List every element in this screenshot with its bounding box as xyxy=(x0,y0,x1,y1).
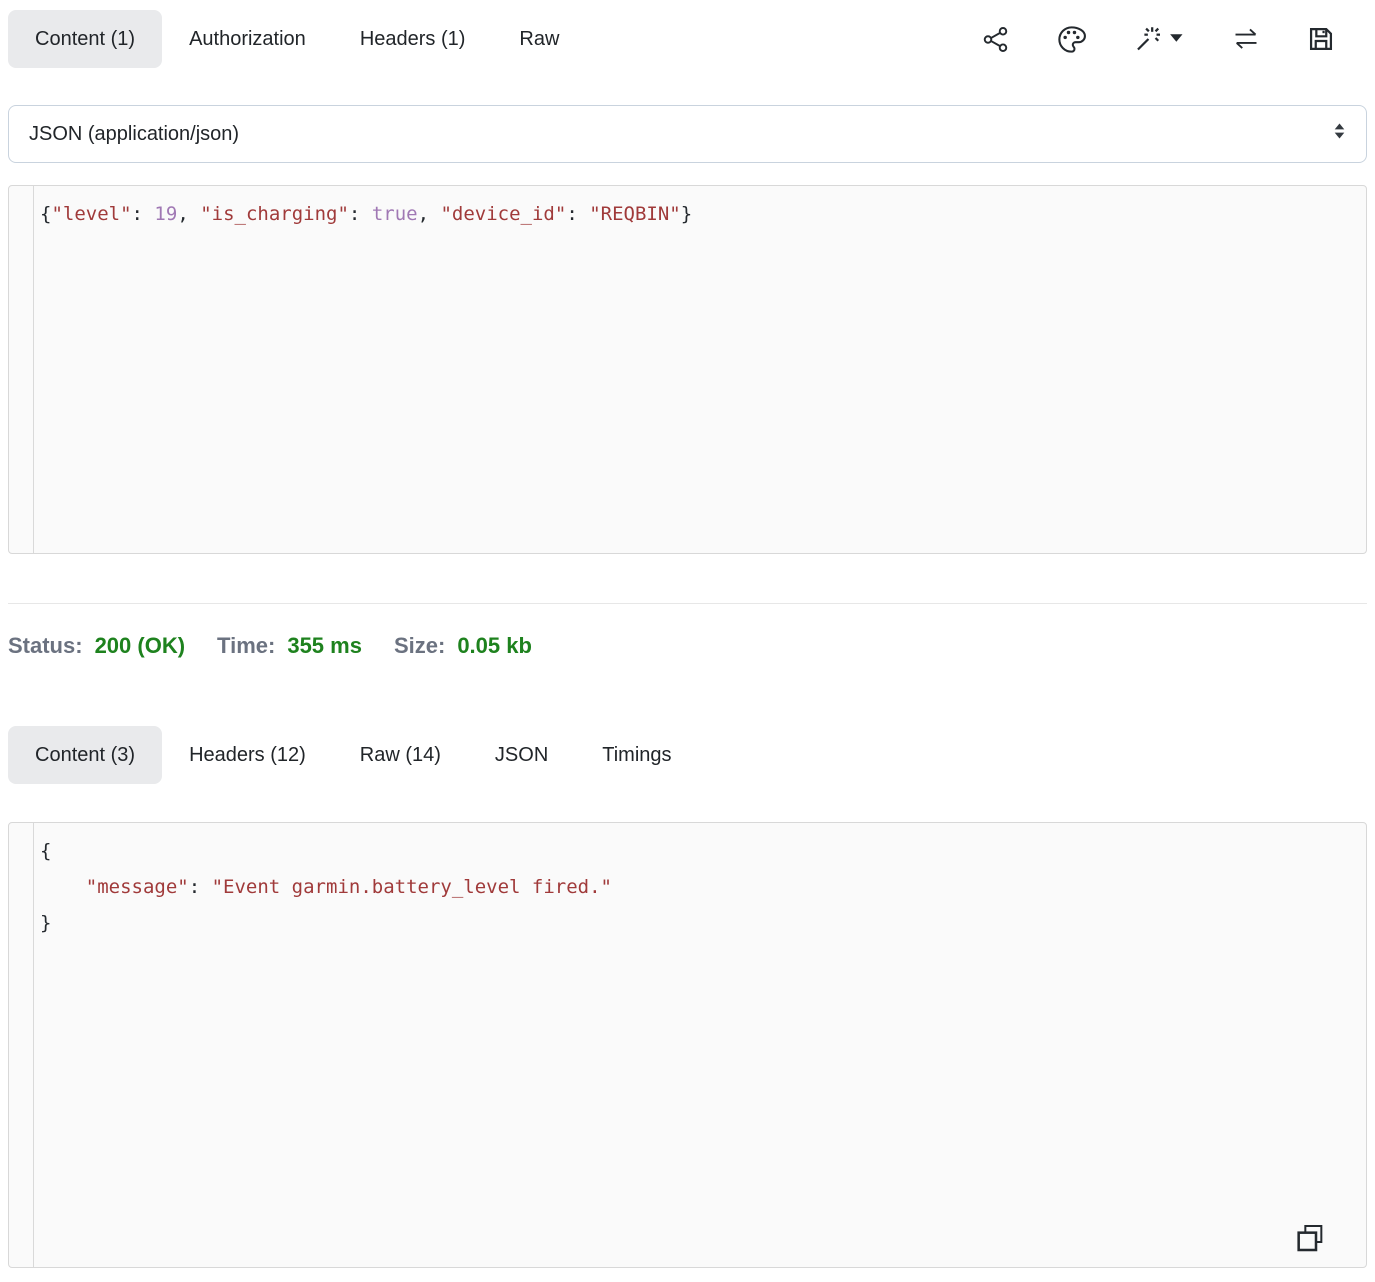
content-type-value: JSON (application/json) xyxy=(29,123,239,146)
time-label: Time: xyxy=(217,630,275,662)
code-line: { xyxy=(40,833,1356,869)
tab-request-content[interactable]: Content (1) xyxy=(8,10,162,68)
size-value: 0.05 kb xyxy=(457,630,532,662)
swap-arrows-icon xyxy=(1231,25,1261,53)
generate-code-button[interactable] xyxy=(1133,24,1185,54)
response-body-panel: { "message": "Event garmin.battery_level… xyxy=(8,822,1367,1268)
chevron-down-icon xyxy=(1170,34,1182,41)
size-group: Size: 0.05 kb xyxy=(394,630,532,662)
save-button[interactable] xyxy=(1307,25,1335,53)
request-body-editor[interactable]: {"level": 19, "is_charging": true, "devi… xyxy=(8,185,1367,554)
content-type-select[interactable]: JSON (application/json) xyxy=(8,105,1367,163)
tab-response-headers[interactable]: Headers (12) xyxy=(162,726,333,784)
theme-button[interactable] xyxy=(1056,24,1087,55)
request-tab-bar: Content (1) Authorization Headers (1) Ra… xyxy=(0,0,1375,78)
tab-request-headers[interactable]: Headers (1) xyxy=(333,10,493,68)
time-group: Time: 355 ms xyxy=(217,630,362,662)
status-label: Status: xyxy=(8,630,83,662)
request-body-code[interactable]: {"level": 19, "is_charging": true, "devi… xyxy=(34,186,1366,553)
code-line: {"level": 19, "is_charging": true, "devi… xyxy=(40,196,1356,232)
magic-wand-icon xyxy=(1133,24,1185,54)
size-label: Size: xyxy=(394,630,445,662)
code-line: } xyxy=(40,905,1356,941)
copy-response-button[interactable] xyxy=(1294,1222,1326,1257)
swap-request-response-button[interactable] xyxy=(1231,25,1261,53)
tab-request-authorization[interactable]: Authorization xyxy=(162,10,333,68)
response-body-code: { "message": "Event garmin.battery_level… xyxy=(34,823,1366,1267)
response-tab-bar: Content (3) Headers (12) Raw (14) JSON T… xyxy=(0,716,1375,794)
request-toolbar xyxy=(981,24,1367,55)
response-status-bar: Status: 200 (OK) Time: 355 ms Size: 0.05… xyxy=(8,630,1375,662)
share-icon xyxy=(981,25,1010,54)
time-value: 355 ms xyxy=(287,630,362,662)
status-code-value: 200 (OK) xyxy=(95,630,185,662)
tab-response-json[interactable]: JSON xyxy=(468,726,575,784)
response-editor-gutter xyxy=(9,823,34,1267)
tab-request-raw[interactable]: Raw xyxy=(492,10,586,68)
status-group: Status: 200 (OK) xyxy=(8,630,185,662)
section-divider xyxy=(8,603,1367,604)
save-icon xyxy=(1307,25,1335,53)
palette-icon xyxy=(1056,24,1087,55)
select-arrows-icon xyxy=(1331,120,1348,148)
tab-response-raw[interactable]: Raw (14) xyxy=(333,726,468,784)
share-button[interactable] xyxy=(981,25,1010,54)
copy-icon xyxy=(1294,1242,1326,1257)
code-line: "message": "Event garmin.battery_level f… xyxy=(40,869,1356,905)
request-editor-gutter xyxy=(9,186,34,553)
tab-response-content[interactable]: Content (3) xyxy=(8,726,162,784)
tab-response-timings[interactable]: Timings xyxy=(575,726,698,784)
